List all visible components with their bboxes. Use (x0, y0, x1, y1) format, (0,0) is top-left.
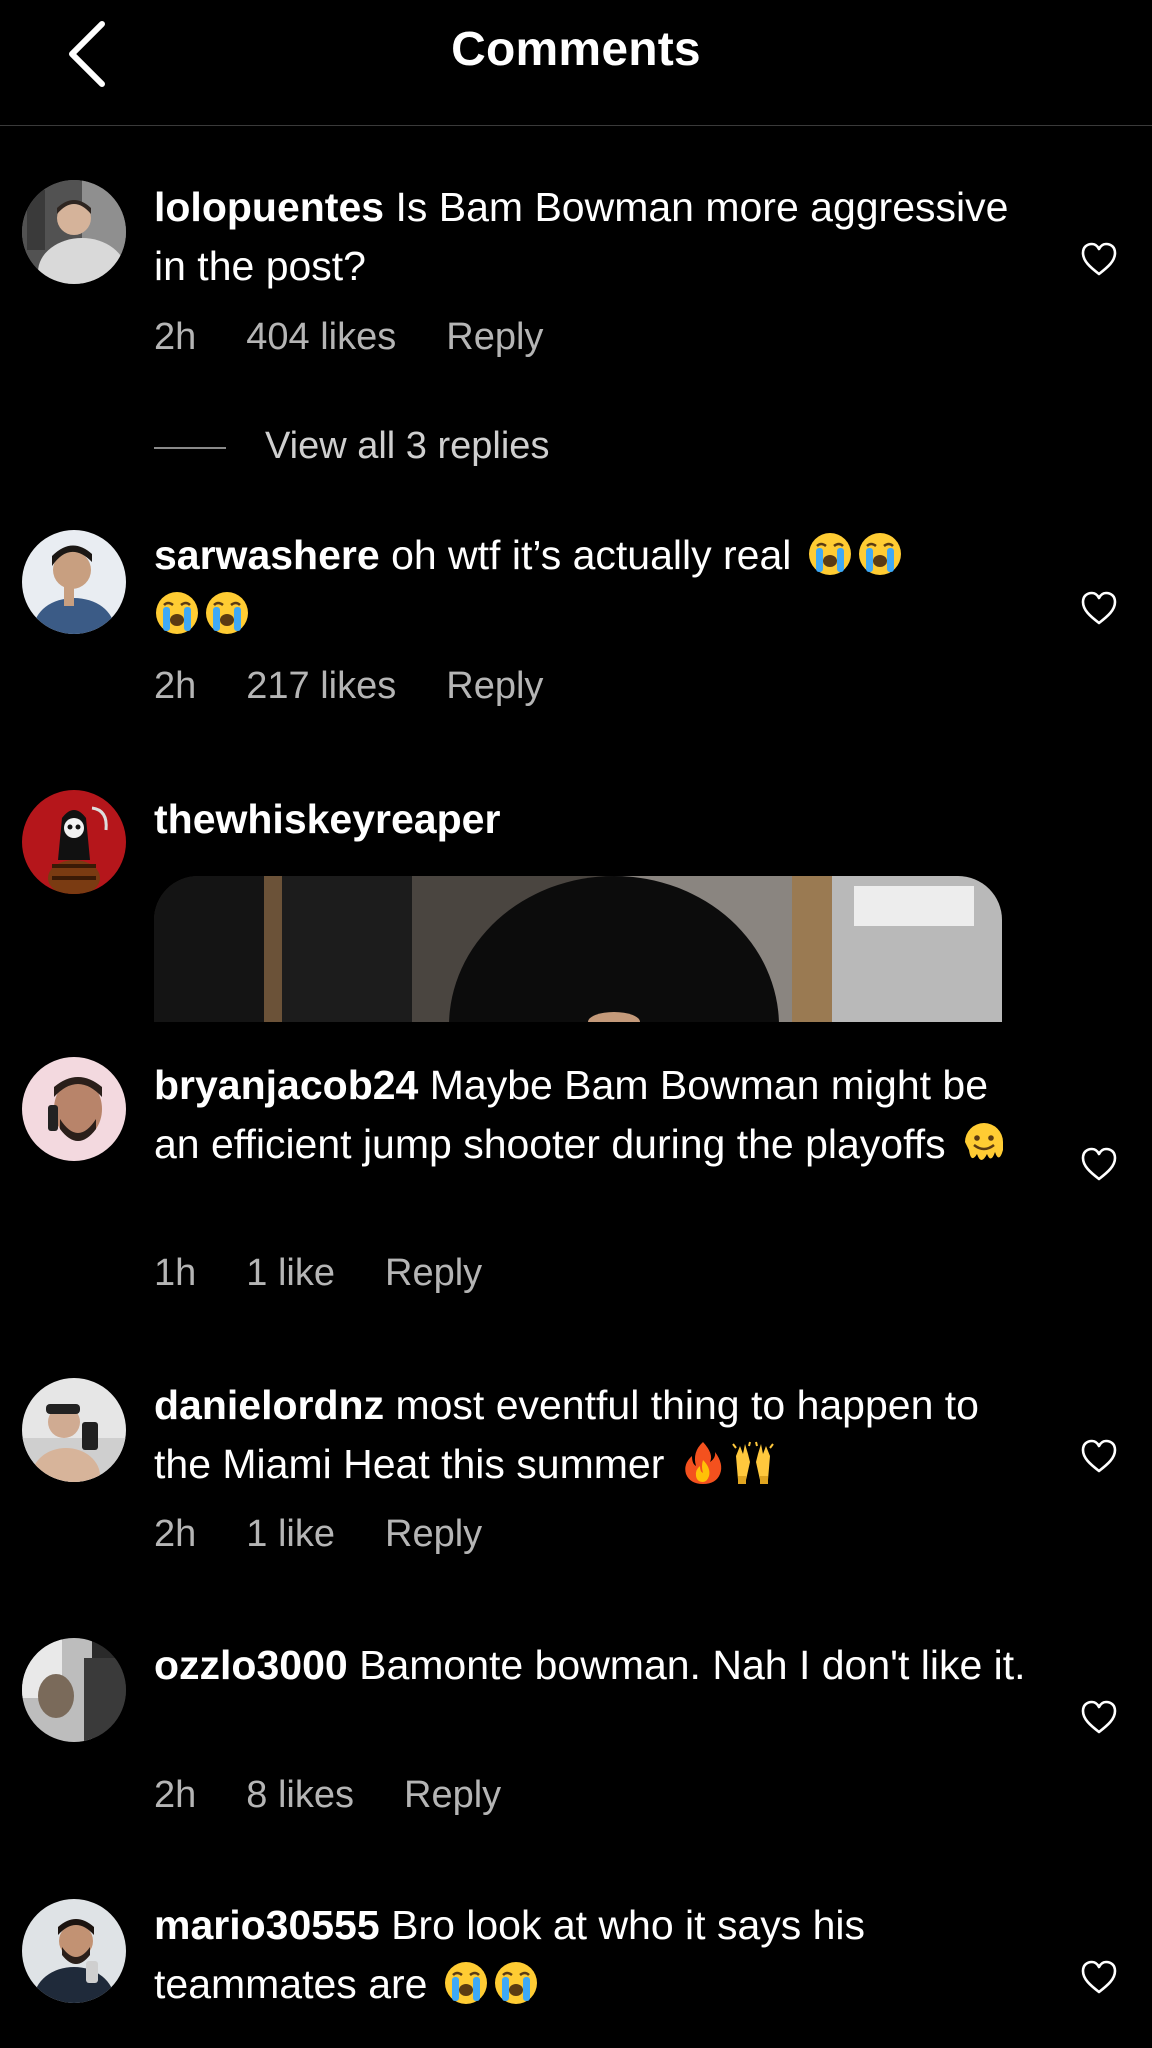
comment-time: 2h (154, 316, 197, 358)
comment-username[interactable]: ozzlo3000 (154, 1642, 348, 1688)
loudly-crying-face-icon (204, 590, 250, 636)
fire-icon (680, 1440, 726, 1486)
comment-likes[interactable]: 1 like (246, 1252, 335, 1294)
comment-meta: 2h 217 likes Reply (154, 665, 593, 708)
comment-username[interactable]: danielordnz (154, 1382, 384, 1428)
view-replies-label: View all 3 replies (265, 425, 550, 467)
loudly-crying-face-icon (857, 531, 903, 577)
avatar[interactable] (22, 180, 126, 284)
comment-username[interactable]: sarwashere (154, 532, 380, 578)
comment-text: danielordnz most eventful thing to happe… (154, 1376, 1034, 1494)
comment-likes[interactable]: 1 like (246, 1513, 335, 1555)
avatar[interactable] (22, 1899, 126, 2003)
reply-button[interactable]: Reply (385, 1513, 482, 1555)
avatar[interactable] (22, 1378, 126, 1482)
comment-username[interactable]: mario30555 (154, 1902, 380, 1948)
comment-text: ozzlo3000 Bamonte bowman. Nah I don't li… (154, 1636, 1034, 1695)
heart-outline-icon (1081, 1439, 1117, 1473)
heart-outline-icon (1081, 1700, 1117, 1734)
comment-meta: 1h 1 like Reply (154, 1252, 532, 1295)
raising-hands-icon (730, 1440, 776, 1486)
comment-text: sarwashere oh wtf it’s actually real (154, 526, 1034, 644)
like-button[interactable] (1080, 1146, 1118, 1182)
comment-time: 1h (154, 1252, 197, 1294)
avatar[interactable] (22, 1638, 126, 1742)
loudly-crying-face-icon (154, 590, 200, 636)
comment-meta: 2h 8 likes Reply (154, 1774, 551, 1817)
comment-text: lolopuentes Is Bam Bowman more aggressiv… (154, 178, 1034, 296)
comment-username[interactable]: lolopuentes (154, 184, 384, 230)
heart-outline-icon (1081, 242, 1117, 276)
comment-text: thewhiskeyreaper (154, 790, 1034, 849)
avatar[interactable] (22, 790, 126, 894)
reply-button[interactable]: Reply (446, 665, 543, 707)
gif-image[interactable] (154, 876, 1002, 1022)
comment-meta: 2h 1 like Reply (154, 1513, 532, 1556)
avatar[interactable] (22, 530, 126, 634)
like-button[interactable] (1080, 1438, 1118, 1474)
comment-time: 2h (154, 665, 197, 707)
comment-body: Bamonte bowman. Nah I don't like it. (347, 1642, 1026, 1688)
comment-username[interactable]: bryanjacob24 (154, 1062, 418, 1108)
reply-button[interactable]: Reply (385, 1252, 482, 1294)
like-button[interactable] (1080, 241, 1118, 277)
melting-face-icon (961, 1120, 1007, 1166)
heart-outline-icon (1081, 591, 1117, 625)
replies-divider-line (154, 447, 226, 449)
comment-username[interactable]: thewhiskeyreaper (154, 796, 500, 842)
loudly-crying-face-icon (443, 1960, 489, 2006)
comment-meta: 2h 404 likes Reply (154, 316, 593, 359)
comment-body: oh wtf it’s actually real (379, 532, 792, 578)
avatar[interactable] (22, 1057, 126, 1161)
loudly-crying-face-icon (807, 531, 853, 577)
heart-outline-icon (1081, 1960, 1117, 1994)
reply-button[interactable]: Reply (446, 316, 543, 358)
heart-outline-icon (1081, 1147, 1117, 1181)
comment-text: mario30555 Bro look at who it says his t… (154, 1896, 1034, 2014)
like-button[interactable] (1080, 1699, 1118, 1735)
comment-likes[interactable]: 8 likes (246, 1774, 354, 1816)
page-title: Comments (451, 23, 701, 76)
top-bar: Comments (0, 0, 1152, 126)
like-button[interactable] (1080, 1959, 1118, 1995)
comment-text: bryanjacob24 Maybe Bam Bowman might be a… (154, 1056, 1034, 1174)
comment-likes[interactable]: 217 likes (246, 665, 396, 707)
loudly-crying-face-icon (493, 1960, 539, 2006)
comment-likes[interactable]: 404 likes (246, 316, 396, 358)
comment-time: 2h (154, 1513, 197, 1555)
reply-button[interactable]: Reply (404, 1774, 501, 1816)
like-button[interactable] (1080, 590, 1118, 626)
comment-time: 2h (154, 1774, 197, 1816)
